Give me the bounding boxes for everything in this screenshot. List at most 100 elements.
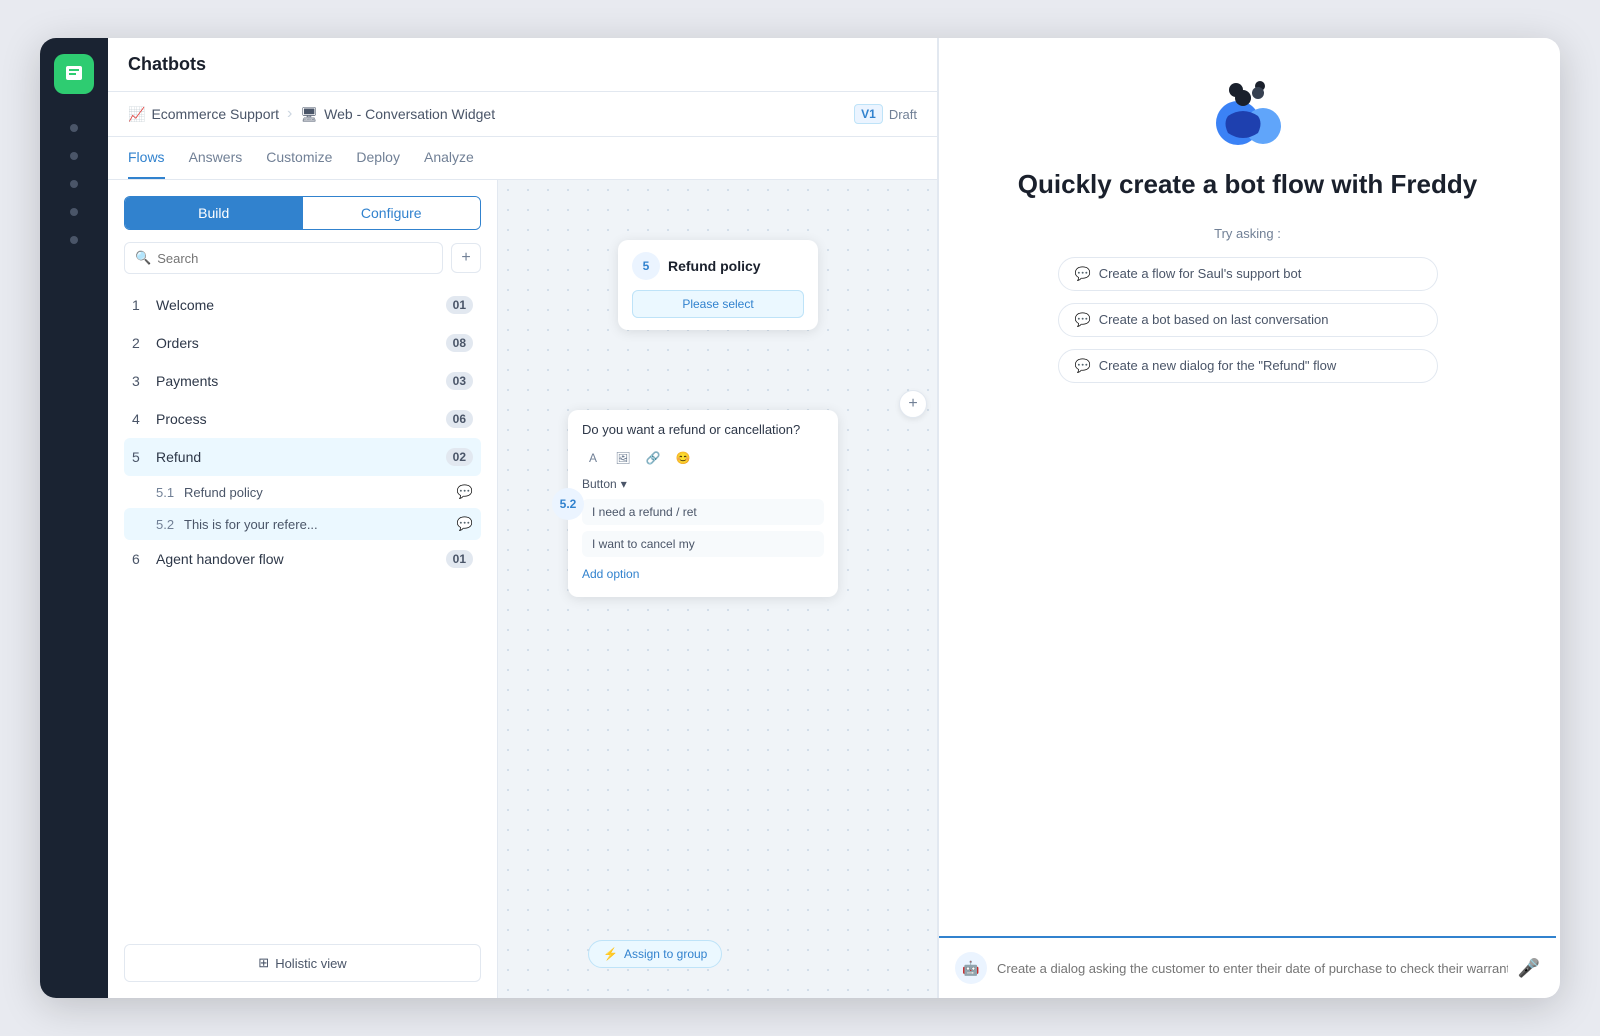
add-flow-button[interactable]: +	[451, 243, 481, 273]
flow-count-4: 06	[446, 410, 473, 428]
version-badge: V1	[854, 104, 883, 124]
holistic-label: Holistic view	[275, 956, 347, 971]
node-title-5: Refund policy	[668, 258, 761, 274]
node-message-inner: Do you want a refund or cancellation? A …	[568, 410, 838, 597]
sub-number-52: 5.2	[156, 517, 184, 532]
chatbots-title: Chatbots	[128, 54, 206, 75]
sub-name-51: Refund policy	[184, 485, 457, 500]
flow-number-2: 2	[132, 335, 148, 351]
flow-count-2: 08	[446, 334, 473, 352]
option-item-2[interactable]: I want to cancel my	[582, 531, 824, 557]
tab-flows[interactable]: Flows	[128, 137, 165, 179]
chip-label-3: Create a new dialog for the "Refund" flo…	[1099, 358, 1337, 373]
holistic-view-button[interactable]: ⊞ Holistic view	[124, 944, 481, 982]
flow-name-4: Process	[156, 411, 446, 427]
tab-customize[interactable]: Customize	[266, 137, 332, 179]
ai-title: Quickly create a bot flow with Freddy	[1018, 168, 1477, 202]
suggestion-chip-3[interactable]: 💬 Create a new dialog for the "Refund" f…	[1058, 349, 1438, 383]
chip-label-1: Create a flow for Saul's support bot	[1099, 266, 1302, 281]
flow-item-orders[interactable]: 2 Orders 08	[124, 324, 481, 362]
build-configure-toggle: Build Configure	[124, 196, 481, 230]
nav-dot-5	[70, 236, 78, 244]
tab-deploy[interactable]: Deploy	[356, 137, 400, 179]
tab-analyze[interactable]: Analyze	[424, 137, 474, 179]
chip-icon-1: 💬	[1075, 266, 1091, 282]
sub-name-52: This is for your refere...	[184, 517, 457, 532]
ai-text-input[interactable]	[997, 961, 1508, 976]
suggestion-chips: 💬 Create a flow for Saul's support bot 💬…	[979, 257, 1516, 383]
tab-answers[interactable]: Answers	[189, 137, 243, 179]
flow-name-3: Payments	[156, 373, 446, 389]
chat-icon-51: 💬	[457, 484, 473, 500]
chip-label-2: Create a bot based on last conversation	[1099, 312, 1329, 327]
flow-count-3: 03	[446, 372, 473, 390]
button-type-selector[interactable]: Button ▾	[582, 477, 824, 491]
canvas-area: 5 Refund policy Please select + 5.2 Do y…	[498, 180, 937, 998]
flow-number-1: 1	[132, 297, 148, 313]
ai-input-bar: 🤖 🎤	[939, 936, 1556, 998]
flow-item-refund[interactable]: 5 Refund 02	[124, 438, 481, 476]
search-box: 🔍	[124, 242, 443, 274]
flow-number-4: 4	[132, 411, 148, 427]
main-panel: Chatbots × 📈 Ecommerce Support › 🖥 Web -…	[108, 38, 938, 998]
node-header-5: 5 Refund policy	[632, 252, 804, 280]
flow-count-1: 01	[446, 296, 473, 314]
flow-item-payments[interactable]: 3 Payments 03	[124, 362, 481, 400]
sub-flow-item-51[interactable]: 5.1 Refund policy 💬	[124, 476, 481, 508]
message-text: Do you want a refund or cancellation?	[582, 422, 824, 437]
sub-flow-item-52[interactable]: 5.2 This is for your refere... 💬	[124, 508, 481, 540]
option-item-1[interactable]: I need a refund / ret	[582, 499, 824, 525]
breadcrumb: 📈 Ecommerce Support › 🖥 Web - Conversati…	[108, 92, 937, 137]
ai-panel: Quickly create a bot flow with Freddy Tr…	[938, 38, 1556, 998]
text-format-icon[interactable]: A	[582, 447, 604, 469]
app-container: Chatbots × 📈 Ecommerce Support › 🖥 Web -…	[40, 38, 1560, 998]
flow-sidebar: Build Configure 🔍 + 1 Welcome 01	[108, 180, 498, 998]
breadcrumb-icon-1: 📈	[128, 106, 145, 123]
node-select-button[interactable]: Please select	[632, 290, 804, 318]
try-asking-label: Try asking :	[1214, 226, 1281, 241]
breadcrumb-item-1: 📈 Ecommerce Support	[128, 106, 279, 123]
search-input[interactable]	[157, 251, 432, 266]
chip-icon-2: 💬	[1075, 312, 1091, 328]
button-type-label: Button	[582, 477, 617, 491]
nav-dot-3	[70, 180, 78, 188]
nav-dot-1	[70, 124, 78, 132]
flow-count-5: 02	[446, 448, 473, 466]
image-icon[interactable]: 🖼	[612, 447, 634, 469]
add-option-button[interactable]: Add option	[582, 563, 824, 585]
flow-number-3: 3	[132, 373, 148, 389]
toolbar-row: A 🖼 🔗 😊	[582, 447, 824, 469]
panel-header: Chatbots ×	[108, 38, 937, 92]
flow-list: 1 Welcome 01 2 Orders 08 3 Payments 03	[124, 286, 481, 932]
node-refund-policy: 5 Refund policy Please select	[618, 240, 818, 330]
flow-name-2: Orders	[156, 335, 446, 351]
mic-button[interactable]: 🎤	[1518, 958, 1540, 979]
suggestion-chip-2[interactable]: 💬 Create a bot based on last conversatio…	[1058, 303, 1438, 337]
breadcrumb-icon-2: 🖥	[300, 106, 318, 123]
configure-button[interactable]: Configure	[303, 197, 481, 229]
assign-label: Assign to group	[624, 947, 707, 961]
canvas-add-button[interactable]: +	[899, 390, 927, 418]
tabs-bar: Flows Answers Customize Deploy Analyze	[108, 137, 937, 180]
breadcrumb-item-2: 🖥 Web - Conversation Widget	[300, 106, 495, 123]
app-logo	[54, 54, 94, 94]
sub-number-51: 5.1	[156, 485, 184, 500]
node-badge-5: 5	[632, 252, 660, 280]
emoji-icon[interactable]: 😊	[672, 447, 694, 469]
nav-dot-4	[70, 208, 78, 216]
breadcrumb-label-1: Ecommerce Support	[151, 106, 279, 122]
content-area: Build Configure 🔍 + 1 Welcome 01	[108, 180, 937, 998]
suggestion-chip-1[interactable]: 💬 Create a flow for Saul's support bot	[1058, 257, 1438, 291]
flow-item-agent[interactable]: 6 Agent handover flow 01	[124, 540, 481, 578]
search-icon: 🔍	[135, 250, 151, 266]
flow-item-process[interactable]: 4 Process 06	[124, 400, 481, 438]
flow-item-welcome[interactable]: 1 Welcome 01	[124, 286, 481, 324]
flow-name-1: Welcome	[156, 297, 446, 313]
search-row: 🔍 +	[124, 242, 481, 274]
link-icon[interactable]: 🔗	[642, 447, 664, 469]
chip-icon-3: 💬	[1075, 358, 1091, 374]
flow-count-6: 01	[446, 550, 473, 568]
sidebar-nav	[40, 38, 108, 998]
build-button[interactable]: Build	[125, 197, 303, 229]
assign-group-button[interactable]: ⚡ Assign to group	[588, 940, 722, 968]
